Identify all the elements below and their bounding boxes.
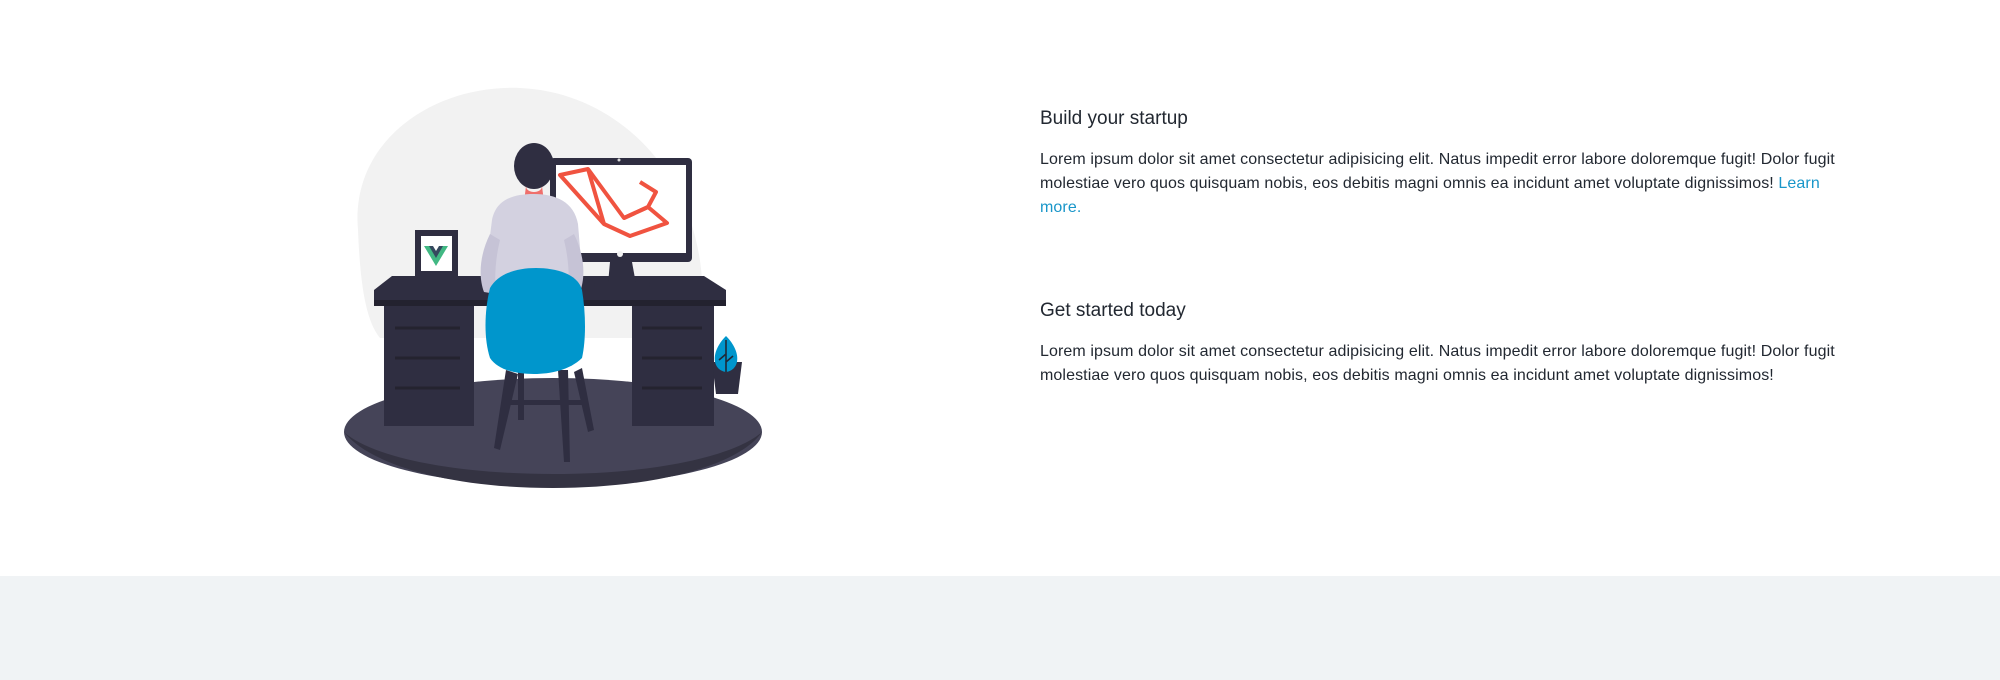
feature-description: Lorem ipsum dolor sit amet consectetur a… [1040,148,1860,220]
plant-icon [712,336,742,394]
feature-section: Build your startup Lorem ipsum dolor sit… [0,0,2000,576]
desk-left-cabinet [384,298,474,426]
footer-band [0,576,2000,680]
feature-build-startup: Build your startup Lorem ipsum dolor sit… [1040,106,1860,220]
vue-logo-icon [415,230,458,277]
feature-description-text: Lorem ipsum dolor sit amet consectetur a… [1040,151,1835,192]
feature-get-started: Get started today Lorem ipsum dolor sit … [1040,298,1860,388]
feature-title: Get started today [1040,300,1186,321]
feature-title: Build your startup [1040,108,1188,129]
page: Build your startup Lorem ipsum dolor sit… [0,0,2000,680]
feature-description: Lorem ipsum dolor sit amet consectetur a… [1040,343,1835,384]
developer-at-desk-illustration [330,70,790,510]
desk-right-cabinet [632,298,714,426]
developer-illustration-svg [344,87,762,488]
